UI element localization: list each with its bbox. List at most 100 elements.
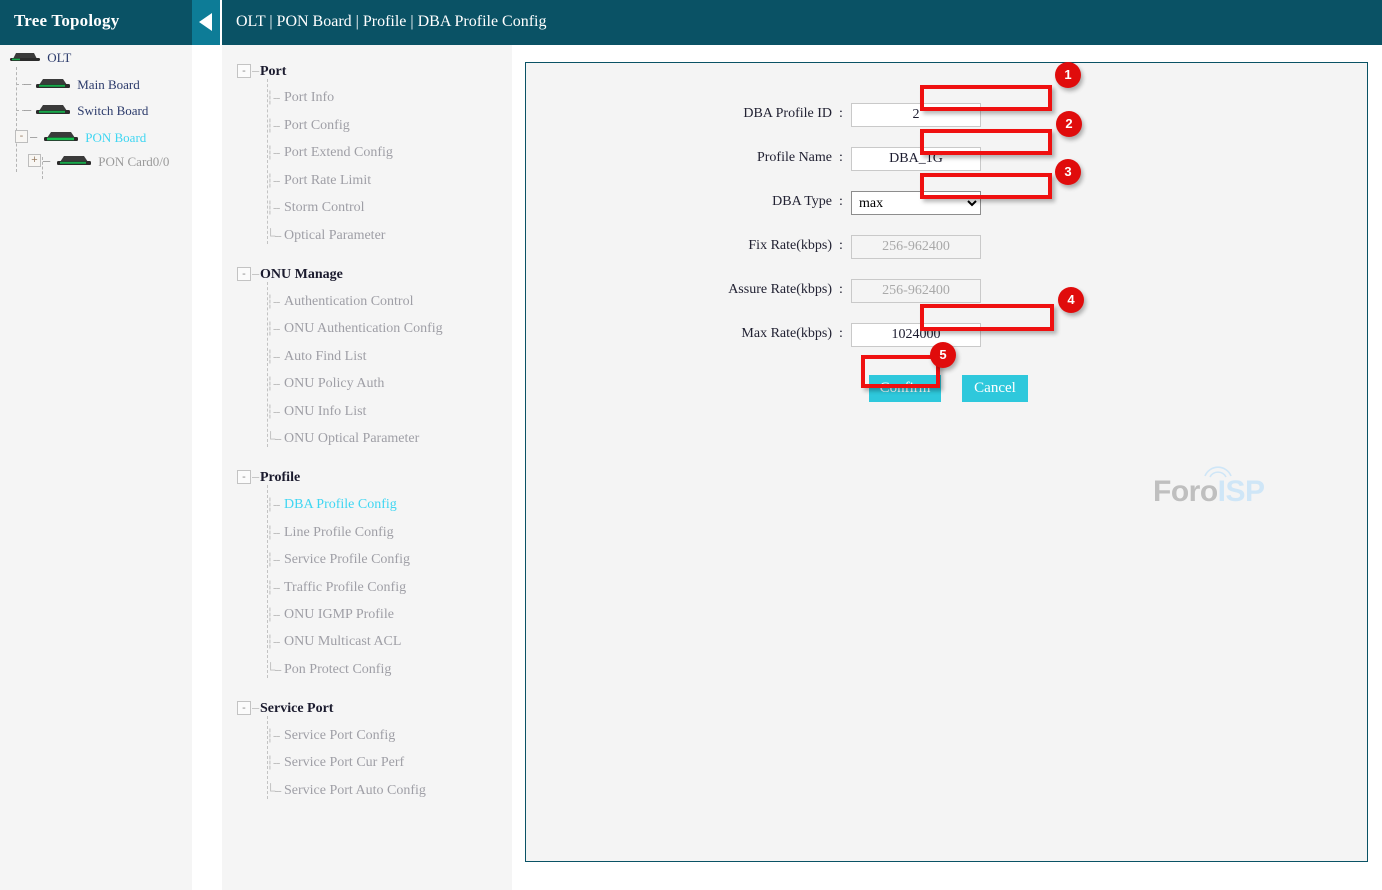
- nav-item-traffic-profile-config[interactable]: Traffic Profile Config: [284, 580, 406, 596]
- tree-dash: –: [30, 129, 37, 144]
- nav-dash: ┆--: [266, 497, 280, 512]
- nav-dash: └--: [266, 662, 282, 677]
- nav-dash: ┆--: [266, 525, 280, 540]
- nav-group-onu-manage[interactable]: ONU Manage: [260, 267, 343, 283]
- nav-item-onu-authentication-config[interactable]: ONU Authentication Config: [284, 321, 443, 337]
- nav-dash: ┆--: [266, 755, 280, 770]
- nav-item-optical-parameter[interactable]: Optical Parameter: [284, 228, 385, 244]
- dba-type-colon: :: [839, 194, 843, 209]
- fix-rate-input: [851, 235, 981, 259]
- tree-node-pon-card[interactable]: PON Card0/0: [55, 153, 169, 171]
- tree-connector-vertical: [16, 67, 17, 172]
- nav-expander-service-port[interactable]: -: [237, 701, 251, 715]
- nav-expander-port[interactable]: -: [237, 64, 251, 78]
- sidebar-collapse-button[interactable]: [192, 0, 220, 45]
- nav-item-port-info[interactable]: Port Info: [284, 90, 334, 106]
- nav-dash: ┆--: [266, 404, 280, 419]
- dba-type-select[interactable]: max: [851, 191, 981, 215]
- nav-dash: └--: [266, 431, 282, 446]
- nav-item-onu-optical-parameter[interactable]: ONU Optical Parameter: [284, 431, 419, 447]
- nav-item-authentication-control[interactable]: Authentication Control: [284, 294, 413, 310]
- nav-item-service-port-auto-config[interactable]: Service Port Auto Config: [284, 783, 426, 799]
- dba-type-label: DBA Type: [772, 194, 832, 209]
- nav-dash: ┆--: [266, 90, 280, 105]
- nav-dash: └--: [266, 783, 282, 798]
- device-icon: [34, 76, 72, 94]
- nav-dash: –: [252, 469, 259, 484]
- nav-item-storm-control[interactable]: Storm Control: [284, 200, 365, 216]
- nav-group-profile[interactable]: Profile: [260, 470, 300, 486]
- nav-item-service-port-config[interactable]: Service Port Config: [284, 728, 395, 744]
- nav-item-onu-igmp-profile[interactable]: ONU IGMP Profile: [284, 607, 394, 623]
- nav-item-service-profile-config[interactable]: Service Profile Config: [284, 552, 410, 568]
- confirm-button[interactable]: Confirm: [869, 375, 941, 402]
- tree-expander-pon-board[interactable]: -: [15, 130, 28, 143]
- navigation-panel: - – Port ┆-- Port Info ┆-- Port Config ┆…: [222, 45, 512, 890]
- tree-node-switch-board[interactable]: Switch Board: [34, 102, 148, 120]
- nav-dash: ┆--: [266, 607, 280, 622]
- nav-dash: –: [252, 700, 259, 715]
- device-icon: [42, 129, 80, 147]
- dba-profile-id-label: DBA Profile ID: [743, 106, 832, 121]
- nav-dash: ┆--: [266, 294, 280, 309]
- nav-dash: ┆--: [266, 349, 280, 364]
- profile-name-colon: :: [839, 150, 843, 165]
- tree-node-label: Switch Board: [77, 103, 149, 119]
- assure-rate-input: [851, 279, 981, 303]
- tree-node-olt[interactable]: OLT: [8, 49, 71, 66]
- nav-item-dba-profile-config[interactable]: DBA Profile Config: [284, 497, 397, 513]
- nav-dash: ┆--: [266, 580, 280, 595]
- device-icon: [55, 153, 93, 171]
- nav-dash: ┆--: [266, 634, 280, 649]
- dba-profile-config-panel: DBA Profile ID : Profile Name : DBA Type…: [525, 62, 1368, 862]
- max-rate-input[interactable]: [851, 323, 981, 347]
- device-icon: [8, 50, 42, 66]
- nav-item-port-config[interactable]: Port Config: [284, 118, 350, 134]
- tree-node-label: PON Board: [85, 130, 147, 146]
- nav-dash: ┆--: [266, 118, 280, 133]
- profile-name-input[interactable]: [851, 147, 981, 171]
- cancel-button[interactable]: Cancel: [962, 375, 1028, 402]
- nav-dash: ┆--: [266, 145, 280, 160]
- nav-dash: ┆--: [266, 173, 280, 188]
- device-icon: [34, 102, 72, 120]
- tree-expander-pon-card[interactable]: +: [28, 154, 41, 167]
- tree-dash: –: [43, 153, 50, 168]
- nav-item-pon-protect-config[interactable]: Pon Protect Config: [284, 662, 391, 678]
- content-area: DBA Profile ID : Profile Name : DBA Type…: [512, 45, 1382, 890]
- max-rate-colon: :: [839, 326, 843, 341]
- nav-item-line-profile-config[interactable]: Line Profile Config: [284, 525, 394, 541]
- nav-expander-profile[interactable]: -: [237, 470, 251, 484]
- top-bar: OLT | PON Board | Profile | DBA Profile …: [222, 0, 1382, 45]
- fix-rate-label: Fix Rate(kbps): [748, 238, 832, 253]
- nav-dash: └--: [266, 228, 282, 243]
- breadcrumb: OLT | PON Board | Profile | DBA Profile …: [236, 13, 547, 30]
- tree-node-main-board[interactable]: Main Board: [34, 76, 140, 94]
- nav-item-onu-multicast-acl[interactable]: ONU Multicast ACL: [284, 634, 401, 650]
- max-rate-label: Max Rate(kbps): [741, 326, 832, 341]
- tree-node-pon-board[interactable]: PON Board: [42, 129, 146, 147]
- nav-item-onu-policy-auth[interactable]: ONU Policy Auth: [284, 376, 384, 392]
- dba-profile-id-input[interactable]: [851, 103, 981, 127]
- nav-item-port-extend-config[interactable]: Port Extend Config: [284, 145, 393, 161]
- nav-dash: –: [252, 63, 259, 78]
- nav-group-port[interactable]: Port: [260, 64, 286, 80]
- nav-group-service-port[interactable]: Service Port: [260, 701, 333, 717]
- nav-item-port-rate-limit[interactable]: Port Rate Limit: [284, 173, 371, 189]
- tree-topology-body: OLT – Main Board – Switch Board - – PON …: [0, 45, 192, 890]
- nav-dash: ┆--: [266, 552, 280, 567]
- tree-node-label: OLT: [47, 50, 72, 66]
- nav-item-service-port-cur-perf[interactable]: Service Port Cur Perf: [284, 755, 404, 771]
- tree-topology-title: Tree Topology: [14, 11, 120, 30]
- nav-expander-onu-manage[interactable]: -: [237, 267, 251, 281]
- nav-dash: ┆--: [266, 200, 280, 215]
- nav-item-auto-find-list[interactable]: Auto Find List: [284, 349, 366, 365]
- tree-dash: –: [24, 76, 31, 91]
- fix-rate-colon: :: [839, 238, 843, 253]
- dba-profile-id-colon: :: [839, 106, 843, 121]
- nav-item-onu-info-list[interactable]: ONU Info List: [284, 404, 366, 420]
- nav-dash: ┆--: [266, 728, 280, 743]
- nav-dash: ┆--: [266, 376, 280, 391]
- assure-rate-label: Assure Rate(kbps): [728, 282, 832, 297]
- tree-topology-panel: Tree Topology OLT – Main Board – Switch …: [0, 0, 192, 890]
